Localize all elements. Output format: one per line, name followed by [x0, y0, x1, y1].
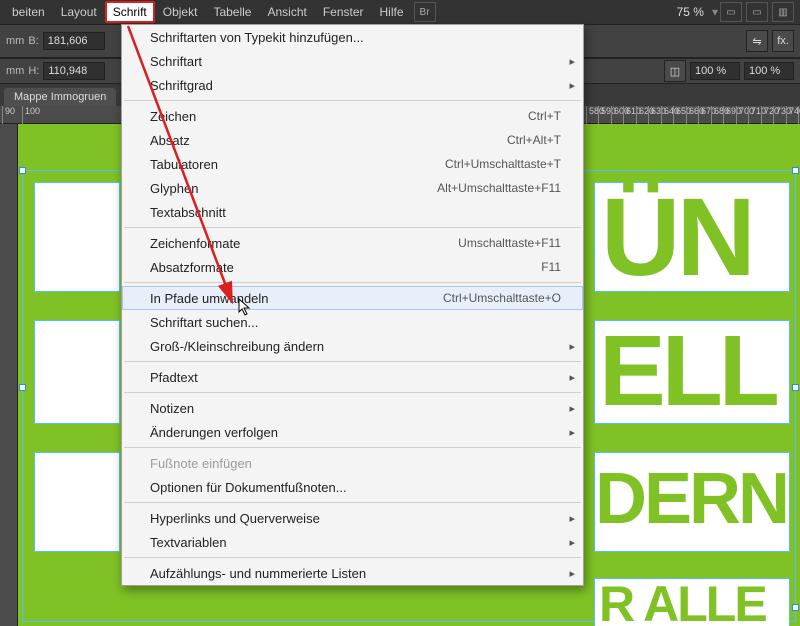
menu-row-label: Textabschnitt: [150, 205, 226, 220]
menu-row-label: Zeichen: [150, 109, 196, 124]
menu-row-schriftgrad[interactable]: Schriftgrad: [122, 73, 583, 97]
menu-row-label: Schriftart: [150, 54, 202, 69]
menu-row-label: Absatzformate: [150, 260, 234, 275]
menu-separator: [124, 227, 581, 228]
scale-icon[interactable]: ◫: [664, 60, 686, 82]
menu-row-label: Groß-/Kleinschreibung ändern: [150, 339, 324, 354]
menu-row-nderungen-verfolgen[interactable]: Änderungen verfolgen: [122, 420, 583, 444]
menu-row-label: Hyperlinks und Querverweise: [150, 511, 320, 526]
menu-row-schriftart[interactable]: Schriftart: [122, 49, 583, 73]
menu-row-shortcut: Ctrl+T: [528, 109, 561, 123]
unit-label-2: mm: [6, 65, 24, 77]
menu-item-layout[interactable]: Layout: [53, 1, 105, 23]
width-field[interactable]: 181,606: [43, 32, 105, 50]
text-frame-2[interactable]: [34, 320, 120, 424]
menu-separator: [124, 447, 581, 448]
menu-row-label: Pfadtext: [150, 370, 198, 385]
ruler-tick: 100: [22, 106, 40, 124]
menu-row-schriftart-suchen[interactable]: Schriftart suchen...: [122, 310, 583, 334]
scale-x-field[interactable]: 100 %: [690, 62, 740, 80]
selection-handle[interactable]: [19, 167, 26, 174]
menu-row-label: Notizen: [150, 401, 194, 416]
document-tab[interactable]: Mappe Immogruen: [4, 88, 116, 106]
menu-row-shortcut: Alt+Umschalttaste+F11: [437, 181, 561, 195]
menu-row-label: Schriftart suchen...: [150, 315, 258, 330]
menu-row-textabschnitt[interactable]: Textabschnitt: [122, 200, 583, 224]
width-label: B:: [28, 35, 38, 47]
menu-row-aufz-hlungs-und-nummerierte-listen[interactable]: Aufzählungs- und nummerierte Listen: [122, 561, 583, 585]
text-frame-3[interactable]: [34, 452, 120, 552]
menu-row-shortcut: Ctrl+Umschalttaste+O: [443, 291, 561, 305]
menu-item-objekt[interactable]: Objekt: [155, 1, 206, 23]
menu-separator: [124, 100, 581, 101]
text-frame-4[interactable]: R ALLE: [594, 578, 790, 626]
selection-handle[interactable]: [792, 167, 799, 174]
menu-separator: [124, 557, 581, 558]
menu-row-label: Schriftarten von Typekit hinzufügen...: [150, 30, 364, 45]
menu-separator: [124, 361, 581, 362]
menu-separator: [124, 502, 581, 503]
text-frame-3b[interactable]: DERN: [594, 452, 790, 552]
menu-separator: [124, 392, 581, 393]
menu-row-in-pfade-umwandeln[interactable]: In Pfade umwandeln Ctrl+Umschalttaste+O: [122, 286, 583, 310]
menu-row-label: Schriftgrad: [150, 78, 213, 93]
menu-item-tabelle[interactable]: Tabelle: [205, 1, 259, 23]
vertical-ruler: [0, 124, 18, 626]
menu-row-label: Absatz: [150, 133, 190, 148]
fx-button[interactable]: fx.: [772, 30, 794, 52]
selection-handle[interactable]: [792, 604, 799, 611]
menu-row-shortcut: Umschalttaste+F11: [458, 236, 561, 250]
selection-handle[interactable]: [19, 384, 26, 391]
menu-row-label: Optionen für Dokumentfußnoten...: [150, 480, 347, 495]
menu-separator: [124, 282, 581, 283]
menu-row-zeichen[interactable]: Zeichen Ctrl+T: [122, 104, 583, 128]
selection-handle[interactable]: [792, 384, 799, 391]
menu-row-label: Änderungen verfolgen: [150, 425, 278, 440]
menu-row-tabulatoren[interactable]: Tabulatoren Ctrl+Umschalttaste+T: [122, 152, 583, 176]
menu-row-absatzformate[interactable]: Absatzformate F11: [122, 255, 583, 279]
bridge-icon[interactable]: Br: [414, 2, 436, 22]
schrift-dropdown: Schriftarten von Typekit hinzufügen... Sc…: [121, 24, 584, 586]
view-mode-icon[interactable]: ▭: [720, 2, 742, 22]
menu-row-fu-note-einf-gen: Fußnote einfügen: [122, 451, 583, 475]
menu-row-label: Fußnote einfügen: [150, 456, 252, 471]
menu-row-label: Aufzählungs- und nummerierte Listen: [150, 566, 366, 581]
menu-row-absatz[interactable]: Absatz Ctrl+Alt+T: [122, 128, 583, 152]
zoom-level[interactable]: 75 %: [669, 5, 712, 19]
text-frame-1[interactable]: [34, 182, 120, 292]
menu-row-label: In Pfade umwandeln: [150, 291, 269, 306]
menu-row-textvariablen[interactable]: Textvariablen: [122, 530, 583, 554]
menu-row-shortcut: Ctrl+Umschalttaste+T: [445, 157, 561, 171]
text-frame-1b[interactable]: ÜN: [594, 182, 790, 292]
menu-row-notizen[interactable]: Notizen: [122, 396, 583, 420]
height-field[interactable]: 110,948: [43, 62, 105, 80]
menu-row-label: Glyphen: [150, 181, 198, 196]
menu-item-schrift[interactable]: Schrift: [105, 1, 155, 23]
arrange-icon[interactable]: ▥: [772, 2, 794, 22]
text-frame-2b[interactable]: ELL: [594, 320, 790, 424]
menu-item-fenster[interactable]: Fenster: [315, 1, 372, 23]
unit-label: mm: [6, 35, 24, 47]
screen-mode-icon[interactable]: ▭: [746, 2, 768, 22]
scale-y-field[interactable]: 100 %: [744, 62, 794, 80]
menu-row-label: Textvariablen: [150, 535, 227, 550]
menu-bar: beiten Layout Schrift Objekt Tabelle Ans…: [0, 0, 800, 24]
menu-row-shortcut: F11: [541, 260, 561, 274]
flip-h-icon[interactable]: ⇋: [746, 30, 768, 52]
menu-row-zeichenformate[interactable]: Zeichenformate Umschalttaste+F11: [122, 231, 583, 255]
menu-item-bearbeiten[interactable]: beiten: [4, 1, 53, 23]
menu-row-hyperlinks-und-querverweise[interactable]: Hyperlinks und Querverweise: [122, 506, 583, 530]
menu-item-hilfe[interactable]: Hilfe: [372, 1, 412, 23]
menu-row-optionen-f-r-dokumentfu-noten[interactable]: Optionen für Dokumentfußnoten...: [122, 475, 583, 499]
menu-row-label: Zeichenformate: [150, 236, 240, 251]
ruler-tick: 90: [2, 106, 15, 124]
menu-row-shortcut: Ctrl+Alt+T: [507, 133, 561, 147]
menu-row-gro-kleinschreibung-ndern[interactable]: Groß-/Kleinschreibung ändern: [122, 334, 583, 358]
menu-row-schriftarten-von-typekit-hinzuf-gen[interactable]: Schriftarten von Typekit hinzufügen...: [122, 25, 583, 49]
menu-item-ansicht[interactable]: Ansicht: [259, 1, 314, 23]
menu-row-label: Tabulatoren: [150, 157, 218, 172]
menu-row-pfadtext[interactable]: Pfadtext: [122, 365, 583, 389]
height-label: H:: [28, 65, 39, 77]
menu-row-glyphen[interactable]: Glyphen Alt+Umschalttaste+F11: [122, 176, 583, 200]
